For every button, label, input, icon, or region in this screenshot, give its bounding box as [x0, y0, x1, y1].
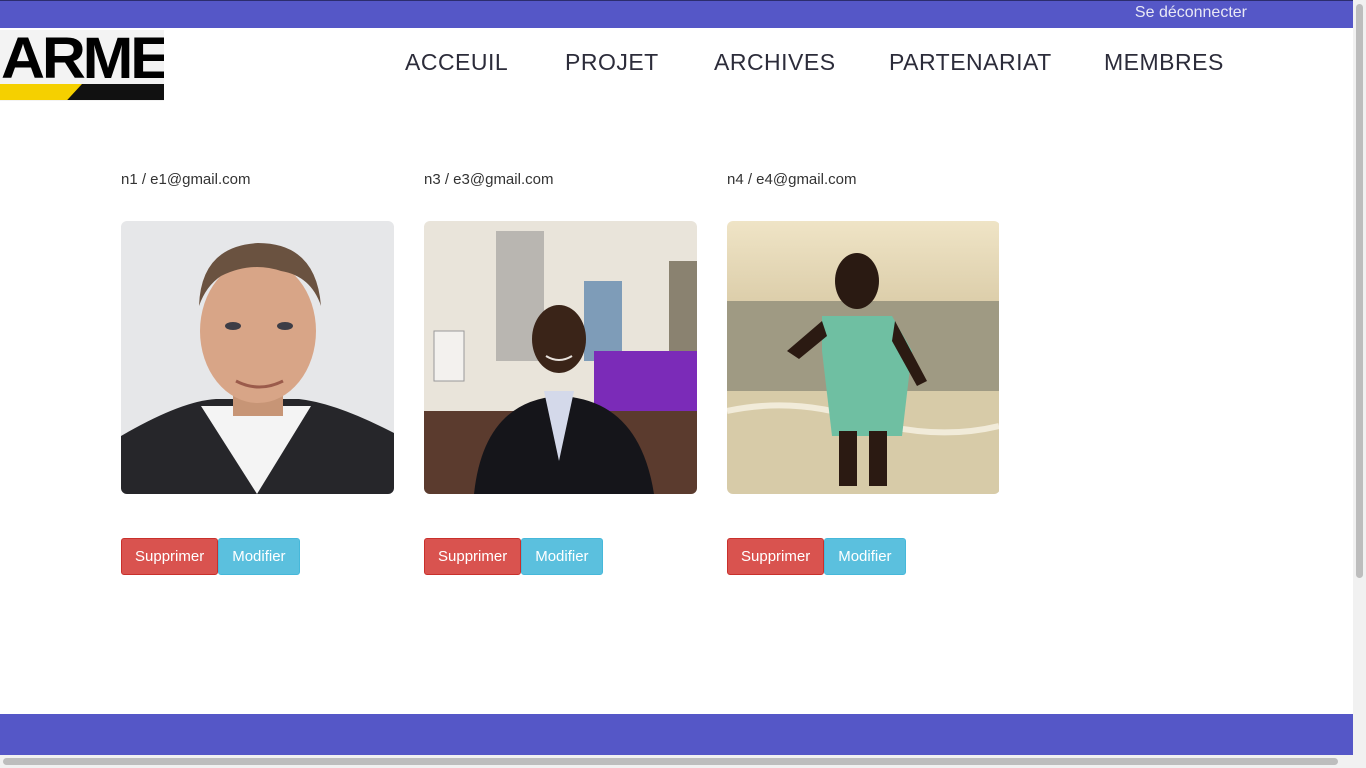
member-card: n3 / e3@gmail.com Supprimer Modifier — [424, 170, 697, 575]
horizontal-scrollbar-thumb[interactable] — [3, 758, 1338, 765]
footer — [0, 714, 1353, 755]
edit-button[interactable]: Modifier — [521, 538, 603, 575]
member-caption: n3 / e3@gmail.com — [424, 171, 554, 188]
top-bar: Se déconnecter — [0, 0, 1353, 28]
member-caption: n4 / e4@gmail.com — [727, 171, 857, 188]
logout-link[interactable]: Se déconnecter — [1135, 4, 1247, 22]
member-photo — [424, 221, 697, 494]
horizontal-scrollbar[interactable] — [0, 755, 1366, 768]
edit-button[interactable]: Modifier — [824, 538, 906, 575]
member-photo — [727, 221, 1000, 494]
nav-item-membres[interactable]: MEMBRES — [1104, 49, 1224, 76]
main-nav: ACCEUIL PROJET ARCHIVES PARTENARIAT MEMB… — [0, 49, 1353, 79]
vertical-scrollbar[interactable] — [1353, 0, 1366, 755]
vertical-scrollbar-thumb[interactable] — [1356, 4, 1363, 578]
delete-button[interactable]: Supprimer — [727, 538, 825, 575]
nav-item-archives[interactable]: ARCHIVES — [714, 49, 836, 76]
member-actions: Supprimer Modifier — [121, 538, 300, 575]
nav-item-partenariat[interactable]: PARTENARIAT — [889, 49, 1052, 76]
delete-button[interactable]: Supprimer — [424, 538, 522, 575]
member-actions: Supprimer Modifier — [424, 538, 603, 575]
nav-item-accueil[interactable]: ACCEUIL — [405, 49, 508, 76]
edit-button[interactable]: Modifier — [218, 538, 300, 575]
delete-button[interactable]: Supprimer — [121, 538, 219, 575]
nav-item-projet[interactable]: PROJET — [565, 49, 659, 76]
member-actions: Supprimer Modifier — [727, 538, 906, 575]
member-caption: n1 / e1@gmail.com — [121, 171, 251, 188]
member-card: n4 / e4@gmail.com Supprimer Modifier — [727, 170, 1000, 575]
member-card: n1 / e1@gmail.com Supprimer Modifier — [121, 170, 394, 575]
member-photo — [121, 221, 394, 494]
